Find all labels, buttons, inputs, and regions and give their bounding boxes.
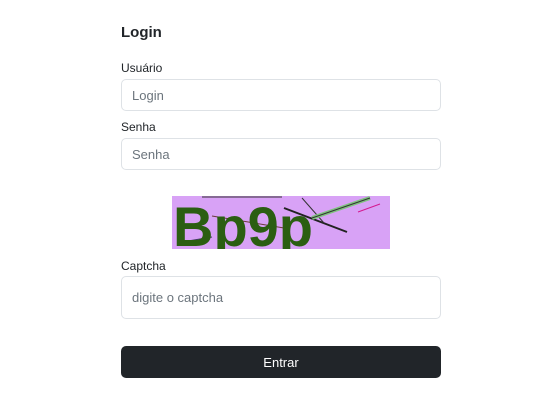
password-label: Senha [121,120,156,134]
captcha-text: Bp9p [173,196,313,249]
captcha-image: Bp9p [172,196,390,249]
submit-button[interactable]: Entrar [121,346,441,378]
captcha-label: Captcha [121,259,166,273]
captcha-input[interactable] [121,276,441,319]
username-label: Usuário [121,61,163,75]
username-input[interactable] [121,79,441,111]
password-input[interactable] [121,138,441,170]
page-title: Login [121,24,162,41]
captcha-svg: Bp9p [172,196,390,249]
